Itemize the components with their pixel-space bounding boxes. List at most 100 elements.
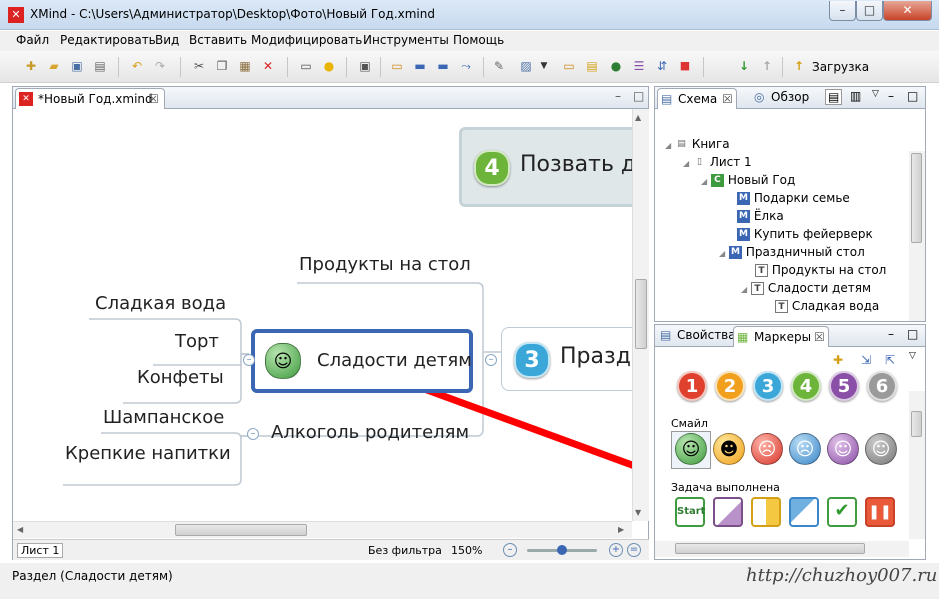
- vertical-scrollbar[interactable]: ▲ ▼: [632, 109, 649, 521]
- markers-hscrollbar[interactable]: [655, 541, 909, 557]
- paste-icon[interactable]: ▦: [236, 57, 254, 75]
- print-icon[interactable]: ▤: [91, 57, 109, 75]
- subtopic-strong-drinks[interactable]: Крепкие напитки: [65, 443, 231, 464]
- tree-row-topic[interactable]: M Подарки семье: [737, 191, 850, 205]
- scroll-right-icon[interactable]: ▶: [618, 525, 624, 534]
- surprise-icon[interactable]: ☺: [827, 433, 859, 465]
- tab-markers[interactable]: ▦ Маркеры ☒: [733, 326, 829, 347]
- minimize-view-icon[interactable]: –: [888, 89, 894, 103]
- tree-row-subtopic[interactable]: T Продукты на стол: [755, 263, 886, 277]
- note-icon[interactable]: ▤: [583, 57, 601, 75]
- maximize-view-icon[interactable]: □: [907, 89, 918, 103]
- scroll-thumb[interactable]: [911, 411, 922, 437]
- undo-icon[interactable]: ↶: [128, 57, 146, 75]
- scroll-thumb[interactable]: [175, 524, 307, 536]
- tree-view-icon[interactable]: ▤: [825, 89, 843, 105]
- tab-close-icon[interactable]: ☒: [722, 92, 733, 106]
- topic-holiday-table[interactable]: 3 Празд: [501, 327, 632, 391]
- view-menu-icon[interactable]: ▽: [872, 89, 879, 99]
- menu-file[interactable]: Файл: [16, 33, 49, 47]
- summary-icon[interactable]: ☰: [630, 57, 648, 75]
- maximize-view-icon[interactable]: □: [633, 89, 644, 103]
- tree-row-subtopic[interactable]: T Сладкая вода: [775, 299, 879, 313]
- priority-5-icon[interactable]: 5: [829, 371, 859, 401]
- save-icon[interactable]: ▣: [68, 57, 86, 75]
- task-done-icon[interactable]: ✔: [827, 497, 857, 527]
- tree-row-topic[interactable]: ◢ M Праздничный стол: [719, 245, 865, 259]
- delete-icon[interactable]: ✕: [259, 57, 277, 75]
- add-marker-icon[interactable]: ✚: [833, 353, 843, 367]
- import-marker-icon[interactable]: ⇲: [861, 353, 871, 367]
- sleep-icon[interactable]: ☺: [865, 433, 897, 465]
- scroll-thumb[interactable]: [911, 153, 922, 243]
- task-start-icon[interactable]: Start: [675, 497, 705, 527]
- presentation-icon[interactable]: ▭: [297, 57, 315, 75]
- cry-icon[interactable]: ☹: [789, 433, 821, 465]
- view-menu-icon[interactable]: ▽: [909, 351, 916, 361]
- scroll-thumb[interactable]: [635, 279, 647, 349]
- editor-tab[interactable]: ✕ *Новый Год.xmind ☒: [15, 88, 165, 109]
- idea-icon[interactable]: ●: [320, 57, 338, 75]
- collapse-icon[interactable]: –: [243, 354, 255, 366]
- branch-products[interactable]: Продукты на стол: [299, 254, 471, 275]
- close-button[interactable]: ✕: [883, 1, 932, 21]
- floating-topic-icon[interactable]: ▬: [434, 57, 452, 75]
- redo-icon[interactable]: ↷: [151, 57, 169, 75]
- tree-row-sheet[interactable]: ◢ ▯ Лист 1: [683, 155, 752, 169]
- minimize-view-icon[interactable]: –: [888, 327, 894, 341]
- horizontal-scrollbar[interactable]: ◀ ▶: [13, 521, 632, 538]
- subtopic-sweet-water[interactable]: Сладкая вода: [95, 293, 226, 314]
- zoom-in-icon[interactable]: +: [609, 543, 623, 557]
- menu-insert[interactable]: Вставить: [189, 33, 247, 47]
- maximize-view-icon[interactable]: □: [907, 327, 918, 341]
- collapse-icon[interactable]: –: [247, 428, 259, 440]
- topic-invite[interactable]: 4 Позвать д: [459, 127, 632, 207]
- relationship-icon[interactable]: ⤳: [457, 57, 475, 75]
- collapse-icon[interactable]: –: [485, 354, 497, 366]
- tab-overview[interactable]: Обзор: [771, 90, 809, 104]
- list-view-icon[interactable]: ▥: [850, 89, 861, 103]
- tree-row-central-topic[interactable]: ◢ C Новый Год: [701, 173, 795, 187]
- image-icon[interactable]: ▨: [517, 57, 535, 75]
- priority-4-icon[interactable]: 4: [791, 371, 821, 401]
- priority-3-icon[interactable]: 3: [753, 371, 783, 401]
- tree-row-topic[interactable]: M Ёлка: [737, 209, 784, 223]
- menu-view[interactable]: Вид: [155, 33, 179, 47]
- mindmap-canvas[interactable]: 4 Позвать д 3 Празд – ☺ Сладости детям –…: [13, 109, 632, 521]
- priority-6-icon[interactable]: 6: [867, 371, 897, 401]
- maximize-button[interactable]: □: [856, 1, 883, 21]
- attachment-icon[interactable]: ✎: [490, 57, 508, 75]
- tree-row-book[interactable]: ◢ ▤ Книга: [665, 137, 730, 151]
- open-folder-icon[interactable]: ▰: [45, 57, 63, 75]
- tree-row-topic[interactable]: M Купить фейерверк: [737, 227, 873, 241]
- task-pause-icon[interactable]: ❚❚: [865, 497, 895, 527]
- minimize-view-icon[interactable]: –: [615, 89, 621, 103]
- tree-row-subtopic[interactable]: ◢ T Сладости детям: [741, 281, 871, 295]
- subtopic-champagne[interactable]: Шампанское: [103, 407, 224, 428]
- marker-icon[interactable]: ⇵: [653, 57, 671, 75]
- zoom-fit-icon[interactable]: =: [627, 543, 641, 557]
- boundary-icon[interactable]: ▭: [560, 57, 578, 75]
- filter-status[interactable]: Без фильтра: [368, 544, 442, 557]
- stop-icon[interactable]: ■: [676, 57, 694, 75]
- dropdown-icon[interactable]: ▼: [538, 57, 550, 75]
- subtopic-icon[interactable]: ▬: [411, 57, 429, 75]
- menu-edit[interactable]: Редактировать: [60, 33, 156, 47]
- tab-properties[interactable]: Свойства: [677, 328, 736, 342]
- new-file-icon[interactable]: ✚: [22, 57, 40, 75]
- outline-tree[interactable]: ◢ ▤ Книга ◢ ▯ Лист 1 ◢ C Новый Год M Под…: [655, 109, 909, 321]
- minimize-button[interactable]: –: [829, 1, 856, 21]
- menu-help[interactable]: Помощь: [453, 33, 504, 47]
- tab-scheme[interactable]: ▤ Схема ☒: [657, 88, 737, 109]
- scroll-up-icon[interactable]: ▲: [635, 113, 641, 122]
- priority-2-icon[interactable]: 2: [715, 371, 745, 401]
- angry-icon[interactable]: ☹: [751, 433, 783, 465]
- task-quarter-icon[interactable]: [713, 497, 743, 527]
- menu-modify[interactable]: Модифицировать: [251, 33, 362, 47]
- menu-tools[interactable]: Инструменты: [363, 33, 449, 47]
- export-marker-icon[interactable]: ⇱: [885, 353, 895, 367]
- scroll-thumb[interactable]: [675, 543, 865, 554]
- drill-down-icon[interactable]: ↓: [735, 57, 753, 75]
- subtopic-cake[interactable]: Торт: [175, 331, 219, 352]
- copy-icon[interactable]: ❐: [213, 57, 231, 75]
